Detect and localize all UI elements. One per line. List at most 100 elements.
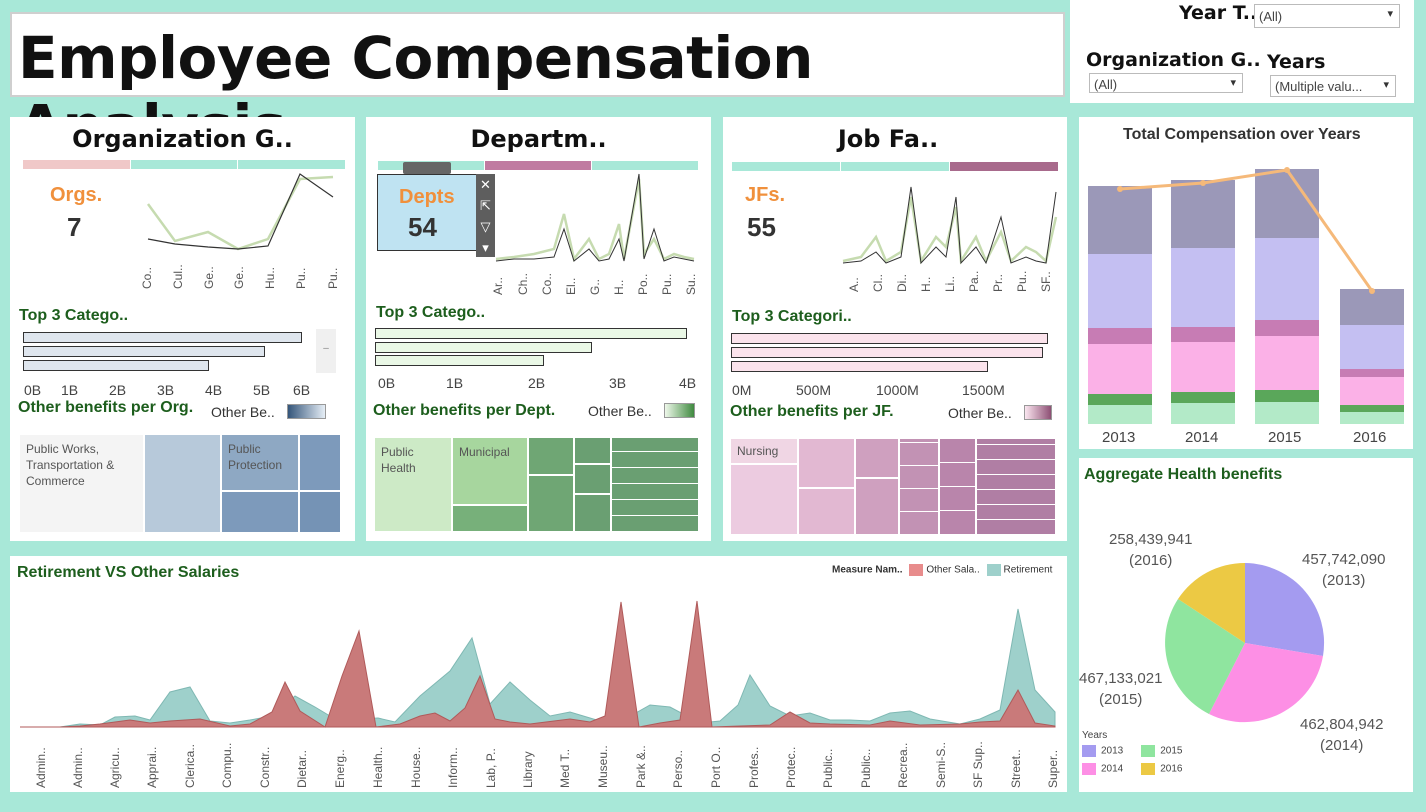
bar-2014-seg: [1171, 248, 1235, 327]
year-type-label: Year T..: [1179, 2, 1258, 24]
jfs-kpi-value: 55: [747, 212, 776, 242]
depts-kpi-label: Depts: [399, 186, 455, 208]
retirement-legend: Measure Nam.. Other Sala.. Retirement: [832, 564, 1053, 576]
tooltip-drag-handle[interactable]: [403, 162, 451, 174]
bar-2014-seg: [1171, 327, 1235, 342]
dept-top3-bar[interactable]: [375, 328, 687, 339]
bar-2016-seg: [1340, 369, 1404, 377]
jf-sparkline: [842, 186, 1058, 265]
dept-top3-title: Top 3 Catego..: [376, 304, 486, 321]
pie-label-2014: 462,804,942 (2014): [1300, 716, 1384, 754]
org-top3-bar[interactable]: [23, 346, 265, 357]
org-top3-bar[interactable]: [23, 360, 209, 371]
total-compensation-panel: Total Compensation over Years 2013 2014 …: [1079, 117, 1413, 449]
jf-top3-bar[interactable]: [731, 347, 1043, 358]
tooltip-toolbar: ✕ ⇱ ▽ ▾: [476, 174, 495, 257]
bar-2014-seg: [1171, 180, 1235, 248]
health-title: Aggregate Health benefits: [1084, 466, 1283, 483]
org-panel-title: Organization G..: [72, 125, 293, 153]
jf-benefits-title: Other benefits per JF.: [730, 403, 894, 420]
bar-2013-seg: [1088, 254, 1152, 328]
jf-treemap-cell[interactable]: [855, 438, 899, 478]
dept-treemap-cell[interactable]: [574, 494, 611, 532]
org-group-dropdown[interactable]: (All) ▾: [1089, 73, 1243, 93]
years-filter-label: Years: [1267, 51, 1326, 73]
bar-2015-seg: [1255, 320, 1319, 336]
org-treemap-cell[interactable]: [299, 434, 341, 491]
close-icon[interactable]: ✕: [476, 174, 495, 195]
dropdown-arrow-icon[interactable]: ▾: [476, 237, 495, 258]
pie-label-2013: 457,742,090 (2013): [1302, 551, 1386, 589]
dept-treemap-cell[interactable]: Municipal: [452, 437, 528, 505]
dept-treemap-cell[interactable]: [452, 505, 528, 532]
jf-treemap-cell[interactable]: Nursing: [730, 438, 798, 464]
bar-2016-seg: [1340, 377, 1404, 405]
bar-2013-seg: [1088, 344, 1152, 394]
dept-treemap-cell[interactable]: [574, 464, 611, 494]
bar-2016-seg: [1340, 412, 1404, 424]
depts-kpi-value: 54: [408, 212, 437, 242]
org-scroll-handle[interactable]: –: [316, 329, 336, 373]
dept-color-legend: [664, 403, 695, 418]
org-treemap-cell[interactable]: Public Works, Transportation & Commerce: [19, 434, 144, 533]
jf-top3-bar[interactable]: [731, 333, 1048, 344]
orgs-kpi-label: Orgs.: [50, 184, 103, 206]
org-treemap-cell[interactable]: Public Protection: [221, 434, 299, 491]
health-benefits-panel: Aggregate Health benefits 258,439,941 (20…: [1079, 458, 1413, 792]
jf-treemap-cell[interactable]: [798, 488, 855, 535]
bar-2014-seg: [1171, 403, 1235, 424]
retirement-title: Retirement VS Other Salaries: [17, 564, 240, 581]
bar-2013-seg: [1088, 405, 1152, 424]
job-family-panel: Job Fa.. JFs. 55 A.. Cl.. Di.. H.. Li.. …: [723, 117, 1067, 541]
org-benefits-title: Other benefits per Org.: [18, 399, 194, 416]
bar-2016-seg: [1340, 325, 1404, 369]
org-treemap-cell[interactable]: [221, 491, 299, 533]
jf-top3-bar[interactable]: [731, 361, 988, 372]
bar-2015-seg: [1255, 390, 1319, 402]
org-group-panel: Organization G.. Orgs. 7 Co.. Cul.. Ge..…: [10, 117, 355, 541]
org-treemap-cell[interactable]: [144, 434, 221, 533]
retirement-area-chart: [20, 600, 1056, 728]
filter-icon[interactable]: ▽: [476, 216, 495, 237]
org-top3-bar[interactable]: [23, 332, 302, 343]
comp-stacked-bar-chart: [1088, 167, 1404, 424]
org-legend-label: Other Be..: [211, 404, 275, 420]
jf-treemap-cell[interactable]: [939, 438, 976, 535]
comp-title: Total Compensation over Years: [1123, 126, 1361, 143]
bar-2015-seg: [1255, 238, 1319, 320]
jf-color-legend: [1024, 405, 1052, 420]
chevron-down-icon: ▾: [1383, 79, 1389, 91]
title-box: Employee Compensation Analysis: [10, 12, 1065, 160]
dept-treemap-cell[interactable]: [528, 475, 574, 532]
jf-top3-title: Top 3 Categori..: [732, 308, 852, 325]
bar-2016-seg: [1340, 405, 1404, 412]
bar-2013-seg: [1088, 186, 1152, 254]
dept-treemap-cell[interactable]: Public Health: [374, 437, 452, 532]
health-legend: Years 2013 2015 2014 2016: [1082, 730, 1183, 775]
org-treemap-cell[interactable]: [299, 491, 341, 533]
jf-treemap-cell[interactable]: [798, 438, 855, 488]
org-tab-bar[interactable]: [23, 160, 346, 169]
jf-treemap-cell[interactable]: [899, 438, 939, 535]
jf-treemap-cell[interactable]: [730, 464, 798, 535]
chevron-down-icon: ▾: [1230, 77, 1236, 89]
department-panel: Departm.. Depts 54 ✕ ⇱ ▽ ▾ Ar.. Ch.. Co.…: [366, 117, 711, 541]
retirement-panel: Retirement VS Other Salaries Measure Nam…: [10, 556, 1067, 792]
open-external-icon[interactable]: ⇱: [476, 195, 495, 216]
dept-sparkline: [495, 173, 695, 262]
jf-legend-label: Other Be..: [948, 405, 1012, 421]
dept-top3-bar[interactable]: [375, 342, 592, 353]
dept-treemap-cell[interactable]: [611, 437, 699, 532]
dept-top3-bar[interactable]: [375, 355, 544, 366]
jfs-kpi-label: JFs.: [745, 184, 786, 206]
bar-2015-seg: [1255, 402, 1319, 424]
year-type-dropdown[interactable]: (All) ▾: [1254, 4, 1400, 28]
dept-treemap-cell[interactable]: [528, 437, 574, 475]
years-dropdown[interactable]: (Multiple valu... ▾: [1270, 75, 1396, 97]
jf-treemap-cell[interactable]: [855, 478, 899, 535]
org-sparkline: [146, 173, 334, 251]
jf-treemap-cell[interactable]: [976, 438, 1056, 535]
jf-tab-bar[interactable]: [732, 162, 1059, 171]
dept-panel-title: Departm..: [470, 125, 607, 153]
dept-treemap-cell[interactable]: [574, 437, 611, 464]
